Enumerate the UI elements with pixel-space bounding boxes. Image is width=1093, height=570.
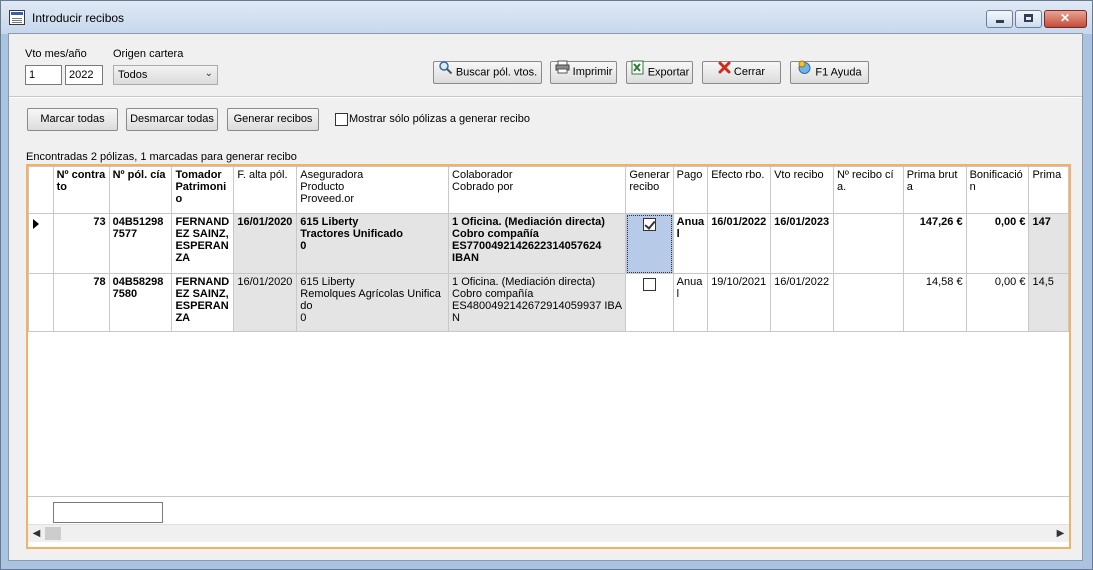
cell-bonificacion[interactable]: 0,00 € bbox=[965, 213, 1030, 274]
footer-filter-input[interactable] bbox=[53, 502, 163, 523]
printer-icon bbox=[555, 60, 570, 82]
help-icon bbox=[797, 60, 812, 83]
cell-aseguradora[interactable]: 615 Liberty Remolques Agrícolas Unificad… bbox=[296, 273, 450, 332]
status-text: Encontradas 2 pólizas, 1 marcadas para g… bbox=[26, 151, 297, 163]
indicator-header bbox=[28, 166, 54, 214]
buscar-label: Buscar pól. vtos. bbox=[455, 66, 538, 79]
cell-pol-cia[interactable]: 04B512987577 bbox=[108, 213, 173, 274]
origen-select[interactable]: Todos ⌄ bbox=[113, 65, 218, 85]
cell-fecha-alta[interactable]: 16/01/2020 bbox=[233, 213, 298, 274]
col-prima-2[interactable]: Prima bbox=[1028, 166, 1069, 214]
cerrar-label: Cerrar bbox=[733, 66, 766, 78]
header-row: Nº contrato Nº pól. cía Tomador Patrimon… bbox=[28, 166, 1069, 214]
window: Introducir recibos Vto mes/año 1 2022 Or… bbox=[0, 0, 1093, 570]
col-fecha-alta[interactable]: F. alta pól. bbox=[233, 166, 298, 214]
col-efecto[interactable]: Efecto rbo. bbox=[707, 166, 772, 214]
imprimir-label: Imprimir bbox=[572, 66, 613, 78]
cell-aseguradora[interactable]: 615 Liberty Tractores Unificado 0 bbox=[296, 213, 450, 274]
cell-pago[interactable]: Anual bbox=[672, 273, 709, 332]
cell-vto[interactable]: 16/01/2022 bbox=[770, 273, 834, 332]
client-area: Vto mes/año 1 2022 Origen cartera Todos … bbox=[8, 33, 1083, 561]
col-contrato[interactable]: Nº contrato bbox=[52, 166, 110, 214]
cell-fecha-alta[interactable]: 16/01/2020 bbox=[233, 273, 298, 332]
imprimir-button[interactable]: Imprimir bbox=[550, 60, 617, 84]
cell-prima-2[interactable]: 147 bbox=[1028, 213, 1069, 274]
table-row[interactable]: 73 04B512987577 FERNANDEZ SAINZ, ESPERAN… bbox=[28, 213, 1069, 274]
cell-pago[interactable]: Anual bbox=[672, 213, 709, 274]
horizontal-scrollbar[interactable]: ◀ ▶ bbox=[28, 524, 1069, 542]
mostrar-label: Mostrar sólo pólizas a generar recibo bbox=[349, 113, 530, 125]
maximize-button[interactable] bbox=[1015, 10, 1042, 28]
cerrar-button[interactable]: Cerrar bbox=[702, 61, 781, 84]
col-pago[interactable]: Pago bbox=[672, 166, 709, 214]
window-title: Introducir recibos bbox=[32, 11, 125, 25]
cell-pol-cia[interactable]: 04B582987580 bbox=[108, 273, 173, 332]
title-bar: Introducir recibos bbox=[1, 1, 1092, 34]
cell-prima[interactable]: 14,58 € bbox=[902, 273, 967, 332]
cell-contrato[interactable]: 78 bbox=[52, 273, 110, 332]
cell-efecto[interactable]: 16/01/2022 bbox=[707, 213, 772, 274]
row-indicator bbox=[28, 213, 54, 274]
col-tomador[interactable]: Tomador Patrimonio bbox=[171, 166, 235, 214]
cell-colaborador[interactable]: 1 Oficina. (Mediación directa) Cobro com… bbox=[448, 273, 627, 332]
scroll-right-icon[interactable]: ▶ bbox=[1052, 525, 1069, 542]
origen-label: Origen cartera bbox=[113, 48, 184, 60]
cell-generar[interactable] bbox=[625, 273, 674, 332]
cell-tomador[interactable]: FERNANDEZ SAINZ, ESPERANZA bbox=[171, 273, 235, 332]
origen-value: Todos bbox=[118, 69, 148, 81]
close-window-button[interactable] bbox=[1044, 10, 1087, 28]
ayuda-button[interactable]: F1 Ayuda bbox=[790, 60, 869, 84]
generar-checkbox[interactable] bbox=[642, 218, 656, 231]
cell-generar[interactable] bbox=[625, 213, 674, 274]
col-prima[interactable]: Prima bruta bbox=[902, 166, 967, 214]
minimize-button[interactable] bbox=[986, 10, 1013, 28]
col-pol-cia[interactable]: Nº pól. cía bbox=[108, 166, 173, 214]
year-input[interactable]: 2022 bbox=[65, 65, 103, 85]
footer-divider bbox=[28, 496, 1069, 497]
desmarcar-todas-button[interactable]: Desmarcar todas bbox=[126, 108, 218, 131]
row-indicator bbox=[28, 273, 54, 332]
app-icon bbox=[9, 10, 25, 25]
scroll-left-icon[interactable]: ◀ bbox=[28, 525, 45, 542]
col-generar[interactable]: Generar recibo bbox=[625, 166, 674, 214]
cell-contrato[interactable]: 73 bbox=[52, 213, 110, 274]
cell-prima[interactable]: 147,26 € bbox=[902, 213, 967, 274]
generar-checkbox[interactable] bbox=[642, 278, 656, 291]
export-excel-icon bbox=[630, 60, 645, 83]
policies-table: Nº contrato Nº pól. cía Tomador Patrimon… bbox=[28, 166, 1069, 332]
exportar-label: Exportar bbox=[647, 66, 690, 79]
exportar-button[interactable]: Exportar bbox=[626, 60, 693, 84]
col-vto[interactable]: Vto recibo bbox=[770, 166, 834, 214]
table-row[interactable]: 78 04B582987580 FERNANDEZ SAINZ, ESPERAN… bbox=[28, 273, 1069, 332]
mostrar-checkbox[interactable] bbox=[335, 113, 348, 126]
scroll-thumb[interactable] bbox=[45, 527, 61, 540]
separator bbox=[9, 96, 1082, 98]
vto-label: Vto mes/año bbox=[25, 48, 87, 60]
generar-recibos-button[interactable]: Generar recibos bbox=[227, 108, 319, 131]
cell-nrecibo[interactable] bbox=[832, 273, 904, 332]
col-bonificacion[interactable]: Bonificación bbox=[965, 166, 1030, 214]
col-nrecibo[interactable]: Nº recibo cía. bbox=[832, 166, 904, 214]
col-colaborador[interactable]: Colaborador Cobrado por bbox=[448, 166, 627, 214]
cell-vto[interactable]: 16/01/2023 bbox=[770, 213, 834, 274]
cell-colaborador[interactable]: 1 Oficina. (Mediación directa) Cobro com… bbox=[448, 213, 627, 274]
current-row-arrow-icon bbox=[33, 219, 39, 229]
search-icon bbox=[438, 60, 453, 83]
close-icon bbox=[718, 61, 731, 82]
cell-prima-2[interactable]: 14,5 bbox=[1028, 273, 1069, 332]
col-aseguradora[interactable]: Aseguradora Producto Proveed.or bbox=[296, 166, 450, 214]
month-input[interactable]: 1 bbox=[25, 65, 62, 85]
chevron-down-icon: ⌄ bbox=[204, 68, 213, 79]
cell-efecto[interactable]: 19/10/2021 bbox=[707, 273, 772, 332]
ayuda-label: F1 Ayuda bbox=[815, 66, 862, 79]
policies-grid: Nº contrato Nº pól. cía Tomador Patrimon… bbox=[26, 164, 1071, 549]
marcar-todas-button[interactable]: Marcar todas bbox=[27, 108, 118, 131]
cell-tomador[interactable]: FERNANDEZ SAINZ, ESPERANZA bbox=[171, 213, 235, 274]
cell-nrecibo[interactable] bbox=[832, 213, 904, 274]
buscar-button[interactable]: Buscar pól. vtos. bbox=[433, 61, 542, 84]
cell-bonificacion[interactable]: 0,00 € bbox=[965, 273, 1030, 332]
